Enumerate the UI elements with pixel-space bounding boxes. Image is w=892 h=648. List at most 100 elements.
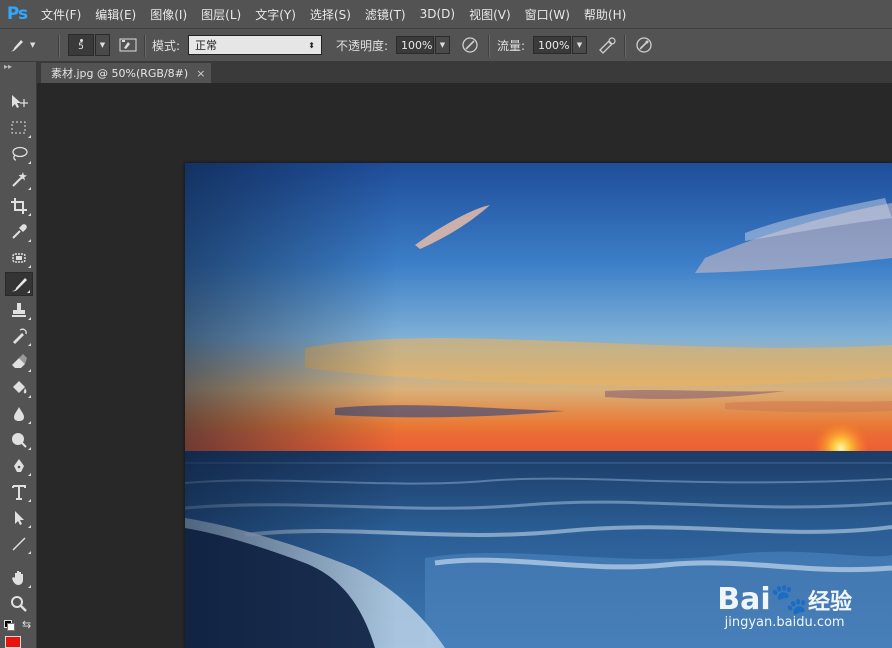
type-tool[interactable] xyxy=(5,480,33,504)
panel-collapse-icon[interactable]: ▸▸ xyxy=(0,62,36,72)
healing-brush-tool[interactable] xyxy=(5,246,33,270)
line-tool[interactable] xyxy=(5,532,33,556)
brush-size-value: 5 xyxy=(78,41,84,52)
watermark-brand-suffix: 经验 xyxy=(807,590,852,615)
magic-wand-tool[interactable] xyxy=(5,168,33,192)
close-icon[interactable]: × xyxy=(196,67,205,80)
brush-panel-toggle[interactable] xyxy=(116,29,140,61)
crop-tool[interactable] xyxy=(5,194,33,218)
menu-file[interactable]: 文件(F) xyxy=(34,6,88,23)
pressure-size-toggle[interactable] xyxy=(632,33,656,57)
divider xyxy=(624,35,626,57)
rectangle-marquee-icon xyxy=(11,121,26,134)
watermark-brand: Bai xyxy=(717,582,771,617)
menu-edit[interactable]: 编辑(E) xyxy=(88,6,143,23)
brush-tool[interactable] xyxy=(5,272,33,296)
history-brush-icon xyxy=(13,328,27,344)
document-image[interactable]: Bai🐾经验 jingyan.baidu.com xyxy=(185,163,892,648)
line-icon xyxy=(12,537,26,551)
airbrush-toggle[interactable] xyxy=(595,33,619,57)
bandage-icon xyxy=(12,253,26,263)
dodge-icon xyxy=(12,433,27,448)
brush-panel-icon xyxy=(116,33,140,57)
blend-mode-value: 正常 xyxy=(195,39,217,52)
menu-type[interactable]: 文字(Y) xyxy=(248,6,303,23)
swap-colors-icon[interactable]: ⇆ xyxy=(22,618,31,631)
divider xyxy=(144,35,146,57)
chevron-down-icon: ▼ xyxy=(30,41,36,49)
paintbrush-icon xyxy=(12,278,27,292)
menu-window[interactable]: 窗口(W) xyxy=(518,6,577,23)
document-tab-bar: 素材.jpg @ 50%(RGB/8#) × xyxy=(37,62,892,83)
menu-filter[interactable]: 滤镜(T) xyxy=(358,6,413,23)
foreground-color-swatch[interactable] xyxy=(5,636,21,648)
brush-size-picker[interactable]: 5 ▼ xyxy=(68,29,110,61)
menu-image[interactable]: 图像(I) xyxy=(143,6,194,23)
eyedropper-tool[interactable] xyxy=(5,220,33,244)
pressure-opacity-icon xyxy=(462,37,478,53)
type-icon xyxy=(12,485,26,500)
menu-select[interactable]: 选择(S) xyxy=(303,6,358,23)
divider xyxy=(488,35,490,57)
eyedropper-icon xyxy=(12,224,27,239)
pen-nib-icon xyxy=(14,459,24,472)
mode-label: 模式: xyxy=(152,38,181,53)
options-bar: ▼ 5 ▼ 模式: 正常 ⬍ 不透明度: 100% ▼ 流量: 100% ▼ xyxy=(0,28,892,62)
menu-3d[interactable]: 3D(D) xyxy=(413,7,462,21)
opacity-label: 不透明度: xyxy=(336,38,389,53)
magnifier-icon xyxy=(11,596,27,612)
brush-size-dropdown[interactable]: ▼ xyxy=(95,34,110,56)
stamp-icon xyxy=(12,303,26,317)
divider xyxy=(58,35,60,57)
document-tab[interactable]: 素材.jpg @ 50%(RGB/8#) × xyxy=(41,63,212,83)
lasso-icon xyxy=(12,146,28,161)
menu-help[interactable]: 帮助(H) xyxy=(577,6,633,23)
dodge-tool[interactable] xyxy=(5,428,33,452)
droplet-icon xyxy=(14,407,24,421)
zoom-tool[interactable] xyxy=(5,592,33,616)
lasso-tool[interactable] xyxy=(5,142,33,166)
watermark-url: jingyan.baidu.com xyxy=(724,615,845,630)
brush-icon xyxy=(11,40,23,52)
path-selection-tool[interactable] xyxy=(5,506,33,530)
default-colors-icon[interactable] xyxy=(4,620,15,631)
updown-arrow-icon: ⬍ xyxy=(308,40,315,50)
document-tab-title: 素材.jpg @ 50%(RGB/8#) xyxy=(51,67,189,80)
marquee-tool[interactable] xyxy=(5,116,33,140)
move-icon xyxy=(12,95,28,108)
paint-bucket-tool[interactable] xyxy=(5,376,33,400)
blur-tool[interactable] xyxy=(5,402,33,426)
menu-layer[interactable]: 图层(L) xyxy=(194,6,248,23)
eraser-icon xyxy=(12,354,27,368)
canvas-workspace[interactable]: Bai🐾经验 jingyan.baidu.com xyxy=(37,83,892,648)
pressure-size-icon xyxy=(636,37,652,53)
hand-icon xyxy=(12,571,23,585)
menu-view[interactable]: 视图(V) xyxy=(462,6,518,23)
paw-icon: 🐾 xyxy=(770,582,808,617)
flow-label: 流量: xyxy=(497,38,526,53)
flow-input[interactable]: 100% xyxy=(533,36,571,54)
baidu-watermark: Bai🐾经验 jingyan.baidu.com xyxy=(717,582,852,630)
photoshop-logo: Ps xyxy=(6,4,28,24)
paint-bucket-icon xyxy=(13,381,27,394)
pressure-opacity-toggle[interactable] xyxy=(458,33,482,57)
menu-bar: Ps 文件(F) 编辑(E) 图像(I) 图层(L) 文字(Y) 选择(S) 滤… xyxy=(0,0,892,28)
hand-tool[interactable] xyxy=(5,566,33,590)
eraser-tool[interactable] xyxy=(5,350,33,374)
blend-mode-select[interactable]: 正常 ⬍ xyxy=(188,35,322,55)
history-brush-tool[interactable] xyxy=(5,324,33,348)
opacity-input[interactable]: 100% xyxy=(396,36,434,54)
airbrush-icon xyxy=(599,37,616,54)
opacity-slider-dropdown[interactable]: ▼ xyxy=(435,36,450,54)
sunset-beach-photo xyxy=(185,163,892,648)
arrow-pointer-icon xyxy=(15,511,24,525)
magic-wand-icon xyxy=(12,172,27,187)
tool-preset-picker[interactable]: ▼ xyxy=(6,29,35,61)
brush-size-preview: 5 xyxy=(68,34,94,56)
clone-stamp-tool[interactable] xyxy=(5,298,33,322)
pen-tool[interactable] xyxy=(5,454,33,478)
tools-panel: ▸▸ ⇆ xyxy=(0,62,37,648)
crop-icon xyxy=(11,198,27,214)
flow-slider-dropdown[interactable]: ▼ xyxy=(572,36,587,54)
move-tool[interactable] xyxy=(5,90,33,114)
